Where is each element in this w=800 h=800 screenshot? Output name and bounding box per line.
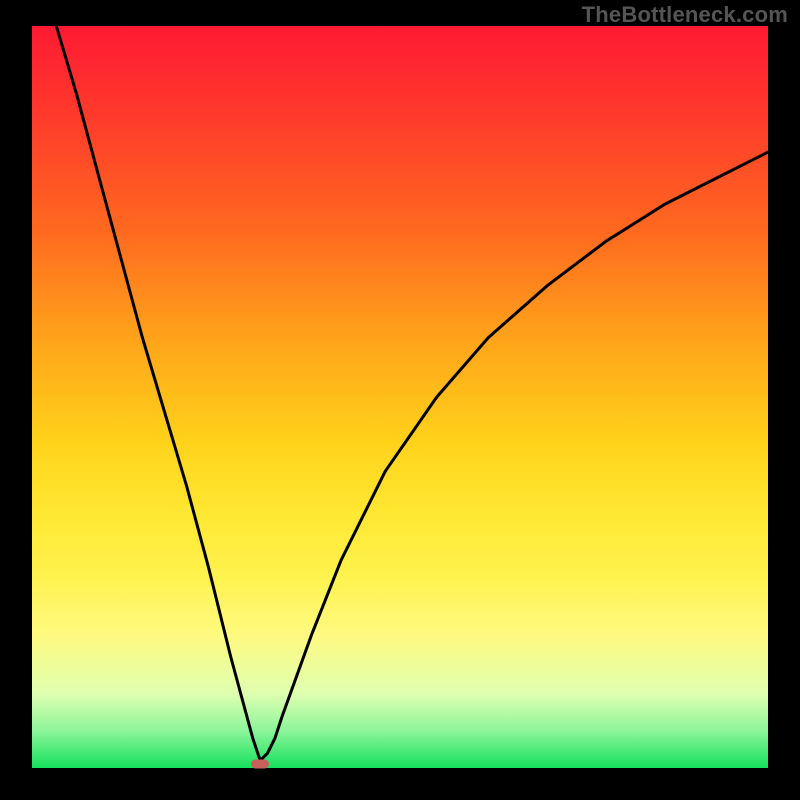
watermark-text: TheBottleneck.com bbox=[582, 2, 788, 28]
minimum-marker bbox=[251, 760, 269, 769]
chart-frame: TheBottleneck.com bbox=[0, 0, 800, 800]
curve-path bbox=[32, 26, 768, 761]
curve-svg bbox=[32, 26, 768, 768]
plot-area bbox=[32, 26, 768, 768]
